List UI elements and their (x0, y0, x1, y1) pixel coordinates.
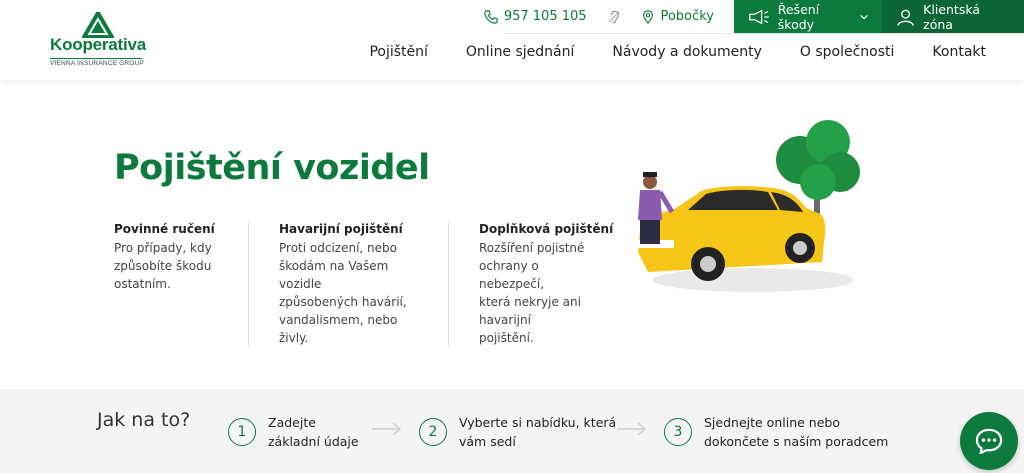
arrow-right-icon (372, 422, 402, 436)
car-rim (700, 256, 716, 272)
step-line: základní údaje (268, 434, 359, 449)
step-3: 3 Sjednejte online nebo dokončete s naší… (664, 413, 888, 451)
chevron-down-icon (860, 14, 868, 19)
step-1: 1 Zadejte základní údaje (228, 413, 359, 451)
how-to-heading: Jak na to? (97, 409, 191, 431)
step-line: dokončete s naším poradcem (704, 434, 889, 449)
main-nav: Pojištění Online sjednání Návody a dokum… (369, 44, 986, 60)
column-additional: Doplňková pojištění Rozšíření pojistné o… (448, 222, 618, 347)
step-line: Vyberte si nabídku, která (459, 415, 617, 430)
damage-button-label: Řešení škody (777, 1, 820, 32)
step-line: Sjednejte online nebo (704, 415, 840, 430)
step-number: 2 (419, 418, 447, 446)
step-line: vám sedí (459, 434, 516, 449)
logo-name: Kooperativa (50, 35, 147, 54)
user-icon (897, 9, 914, 26)
text-line: pojištění. (479, 331, 534, 345)
logo-divider (50, 58, 142, 59)
text-line: ostatním. (114, 277, 171, 291)
person-shirt (638, 190, 662, 220)
column-text: Pro případy, kdy způsobíte škodu ostatní… (114, 239, 220, 293)
kooperativa-logo[interactable]: Kooperativa VIENNA INSURANCE GROUP (50, 12, 150, 67)
branches-label: Pobočky (660, 9, 714, 24)
chat-button[interactable] (960, 412, 1018, 470)
client-button-label: Klientská zóna (923, 1, 981, 32)
nav-item-about[interactable]: O společnosti (800, 44, 895, 60)
text-line: která nekryje ani havarijní (479, 295, 581, 327)
car-illustration (638, 120, 860, 292)
step-2: 2 Vyberte si nabídku, která vám sedí (419, 413, 616, 451)
text-line: Proti odcizení, nebo (279, 241, 397, 255)
person-arm (657, 190, 675, 214)
phone-number: 957 105 105 (503, 9, 587, 24)
branches-link[interactable]: Pobočky (629, 0, 726, 33)
nav-item-insurance[interactable]: Pojištění (369, 44, 427, 60)
step-text: Sjednejte online nebo dokončete s naším … (704, 413, 888, 451)
topbar-divider (504, 33, 1024, 34)
column-title[interactable]: Povinné ručení (114, 222, 220, 236)
site-header: Kooperativa VIENNA INSURANCE GROUP 957 1… (0, 0, 1024, 80)
text-line: způsobíte škodu (114, 259, 212, 273)
column-accident: Havarijní pojištění Proti odcizení, nebo… (248, 222, 448, 347)
car-rim (793, 241, 807, 255)
phone-link[interactable]: 957 105 105 (472, 0, 599, 33)
person-pants (640, 220, 660, 244)
how-to-band: Jak na to? 1 Zadejte základní údaje 2 Vy… (0, 389, 1024, 473)
damage-resolution-button[interactable]: Řešení škody (734, 0, 882, 33)
person-hair (643, 172, 657, 177)
insurance-types: Povinné ručení Pro případy, kdy způsobít… (114, 222, 618, 347)
page-title: Pojištění vozidel (114, 148, 430, 188)
arrow-right-icon (617, 422, 647, 436)
text-line: způsobených havárií, (279, 295, 407, 309)
chat-bubble-icon (975, 428, 1003, 454)
column-liability: Povinné ručení Pro případy, kdy způsobít… (114, 222, 248, 347)
hearing-assist-link[interactable] (599, 0, 629, 33)
text-line: Pro případy, kdy (114, 241, 212, 255)
ground-shadow (653, 268, 853, 292)
text-line: vandalismem, nebo živly. (279, 313, 398, 345)
step-number: 3 (664, 418, 692, 446)
column-title[interactable]: Havarijní pojištění (279, 222, 420, 236)
client-zone-button[interactable]: Klientská zóna (882, 0, 1024, 33)
column-text: Rozšíření pojistné ochrany o nebezpečí, … (479, 239, 590, 347)
text-line: škodám na Vašem vozidle (279, 259, 389, 291)
column-text: Proti odcizení, nebo škodám na Vašem voz… (279, 239, 420, 347)
step-number: 1 (228, 418, 256, 446)
megaphone-icon (749, 9, 769, 24)
step-text: Zadejte základní údaje (268, 413, 359, 451)
step-line: Zadejte (268, 415, 316, 430)
text-line: Rozšíření pojistné (479, 241, 585, 255)
location-pin-icon (642, 9, 653, 24)
tree-crown (800, 164, 836, 200)
nav-item-online[interactable]: Online sjednání (466, 44, 575, 60)
step-text: Vyberte si nabídku, která vám sedí (459, 413, 616, 451)
nav-item-guides[interactable]: Návody a dokumenty (612, 44, 761, 60)
person-head (643, 175, 657, 189)
column-title[interactable]: Doplňková pojištění (479, 222, 613, 236)
text-line: ochrany o nebezpečí, (479, 259, 545, 291)
nav-item-contact[interactable]: Kontakt (932, 44, 986, 60)
logo-tagline: VIENNA INSURANCE GROUP (50, 60, 144, 67)
phone-icon (484, 9, 498, 24)
top-bar: 957 105 105 Pobočky Řešení škody Klients… (472, 0, 1024, 33)
ear-icon (607, 10, 620, 23)
